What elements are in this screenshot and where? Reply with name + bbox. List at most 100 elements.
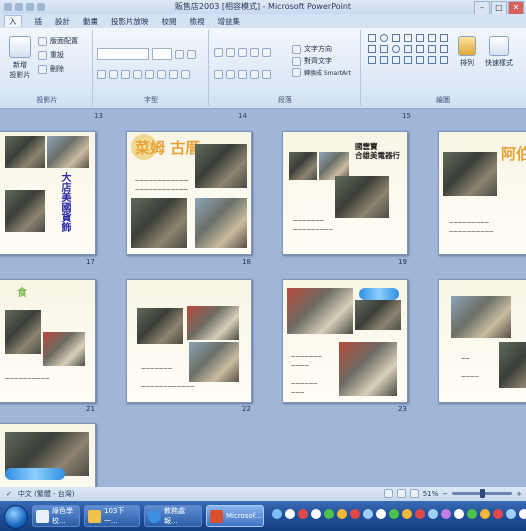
tray-icon[interactable]	[428, 509, 438, 519]
align-center-icon[interactable]	[226, 70, 235, 79]
italic-icon[interactable]	[109, 70, 118, 79]
maximize-button[interactable]: □	[491, 1, 507, 15]
tray-icon[interactable]	[454, 509, 464, 519]
slide-thumbnail-24[interactable]: ‒‒ ‒‒‒‒	[438, 279, 526, 403]
tray-icon[interactable]	[298, 509, 308, 519]
redo-icon[interactable]	[37, 3, 45, 11]
slide-title: 大店美國貨飾	[59, 172, 70, 232]
increase-indent-icon[interactable]	[250, 48, 259, 57]
shadow-icon[interactable]	[145, 70, 154, 79]
bold-icon[interactable]	[97, 70, 106, 79]
delete-slide-button[interactable]: 刪除	[38, 64, 64, 74]
convert-smartart-button[interactable]: 轉換成 SmartArt	[292, 68, 351, 77]
tray-icon[interactable]	[519, 509, 526, 519]
save-icon[interactable]	[15, 3, 23, 11]
tab-view[interactable]: 檢視	[190, 16, 205, 27]
slide-title: 國雲寶 合雄美電器行	[355, 142, 400, 160]
spellcheck-icon[interactable]: ✓	[6, 490, 12, 498]
font-color-icon[interactable]	[181, 70, 190, 79]
normal-view-icon[interactable]	[383, 489, 393, 498]
layout-button[interactable]: 版面配置	[38, 36, 78, 46]
grow-font-icon[interactable]	[175, 49, 184, 59]
tab-review[interactable]: 校閱	[162, 16, 177, 27]
quick-styles-button[interactable]: 快速樣式	[482, 36, 516, 68]
justify-icon[interactable]	[250, 70, 259, 79]
tray-icon[interactable]	[441, 509, 451, 519]
taskbar-button-4[interactable]: Microsof...	[206, 505, 264, 527]
font-name-field[interactable]	[97, 48, 149, 60]
slide-thumbnail-21[interactable]: 食 ‒‒‒‒‒‒‒‒‒‒	[0, 279, 96, 403]
spacing-icon[interactable]	[157, 70, 166, 79]
folder-icon	[88, 509, 101, 523]
windows-taskbar: 綠色學校... 103下一... 教務處報... Microsof...	[0, 501, 526, 531]
slide-thumbnail-19[interactable]: 國雲寶 合雄美電器行 ‒‒‒‒‒‒‒ ‒‒‒‒‒‒‒‒‒	[282, 131, 408, 255]
minimize-button[interactable]: –	[474, 1, 490, 15]
status-bar: ✓ 中文 (繁體 - 台灣) 51% − +	[0, 487, 526, 501]
tab-slideshow[interactable]: 投影片放映	[111, 16, 149, 27]
tab-home[interactable]: 入	[4, 15, 22, 27]
undo-icon[interactable]	[26, 3, 34, 11]
tab-animations[interactable]: 動畫	[83, 16, 98, 27]
slideshow-view-icon[interactable]	[409, 489, 419, 498]
tray-icon[interactable]	[350, 509, 360, 519]
tray-icon[interactable]	[402, 509, 412, 519]
close-button[interactable]: ✕	[508, 1, 524, 15]
slide-thumbnail-20[interactable]: 阿伯 ‒‒‒‒‒‒‒‒‒‒‒‒‒‒‒‒‒‒‒	[438, 131, 526, 255]
quick-access-toolbar	[4, 3, 45, 11]
change-case-icon[interactable]	[169, 70, 178, 79]
zoom-in-icon[interactable]: +	[516, 490, 522, 498]
arrange-button[interactable]: 排列	[454, 36, 480, 68]
tray-icon[interactable]	[285, 509, 295, 519]
columns-icon[interactable]	[262, 70, 271, 79]
tray-icon[interactable]	[389, 509, 399, 519]
tray-icon[interactable]	[337, 509, 347, 519]
text-direction-button[interactable]: 文字方向	[292, 44, 332, 54]
tray-icon[interactable]	[480, 509, 490, 519]
strikethrough-icon[interactable]	[133, 70, 142, 79]
taskbar-button-2[interactable]: 103下一...	[84, 505, 140, 527]
tray-icon[interactable]	[324, 509, 334, 519]
underline-icon[interactable]	[121, 70, 130, 79]
zoom-slider-knob[interactable]	[480, 489, 486, 498]
tray-icon[interactable]	[376, 509, 386, 519]
align-text-button[interactable]: 對齊文字	[292, 56, 332, 66]
tab-insert[interactable]: 插	[35, 16, 43, 27]
slide-thumbnail-25[interactable]	[0, 423, 96, 487]
reset-button[interactable]: 重設	[38, 50, 64, 60]
zoom-out-icon[interactable]: −	[442, 490, 448, 498]
slide-thumbnail-23[interactable]: ‒‒‒‒‒‒‒ ‒‒‒‒ ‒‒‒‒‒‒ ‒‒‒	[282, 279, 408, 403]
zoom-level[interactable]: 51%	[423, 490, 439, 498]
tray-icon[interactable]	[415, 509, 425, 519]
slide-sorter-view-icon[interactable]	[396, 489, 406, 498]
numbering-icon[interactable]	[226, 48, 235, 57]
tray-icon[interactable]	[311, 509, 321, 519]
text-direction-icon	[292, 44, 301, 54]
tray-icon[interactable]	[506, 509, 516, 519]
font-size-field[interactable]	[152, 48, 172, 60]
slide-thumbnail-22[interactable]: ‒‒‒‒‒‒‒ ‒‒‒‒‒‒‒‒‒‒‒‒	[126, 279, 252, 403]
tab-design[interactable]: 設計	[55, 16, 70, 27]
tray-icon[interactable]	[363, 509, 373, 519]
shapes-gallery[interactable]	[368, 34, 449, 64]
tab-addins[interactable]: 增益集	[218, 16, 241, 27]
decrease-indent-icon[interactable]	[238, 48, 247, 57]
taskbar-button-1[interactable]: 綠色學校...	[32, 505, 80, 527]
slide-thumbnail-17[interactable]: 大店美國貨飾	[0, 131, 96, 255]
language-indicator[interactable]: 中文 (繁體 - 台灣)	[18, 489, 75, 499]
office-button-icon[interactable]	[4, 3, 12, 11]
new-slide-button[interactable]: 新增 投影片	[6, 36, 34, 80]
align-left-icon[interactable]	[214, 70, 223, 79]
slide-number-14: 14	[238, 112, 247, 120]
slide-thumbnail-18[interactable]: 菜姆 古厝 ‒‒‒‒‒‒‒‒‒‒‒‒ ‒‒‒‒‒‒‒‒‒‒‒‒	[126, 131, 252, 255]
tray-icon[interactable]	[467, 509, 477, 519]
line-spacing-icon[interactable]	[262, 48, 271, 57]
delete-icon	[38, 64, 47, 74]
zoom-slider[interactable]	[452, 489, 513, 498]
taskbar-button-3[interactable]: 教務處報...	[144, 505, 202, 527]
bullets-icon[interactable]	[214, 48, 223, 57]
align-right-icon[interactable]	[238, 70, 247, 79]
tray-icon[interactable]	[493, 509, 503, 519]
start-button[interactable]	[4, 505, 28, 529]
tray-icon[interactable]	[272, 509, 282, 519]
shrink-font-icon[interactable]	[187, 49, 196, 59]
